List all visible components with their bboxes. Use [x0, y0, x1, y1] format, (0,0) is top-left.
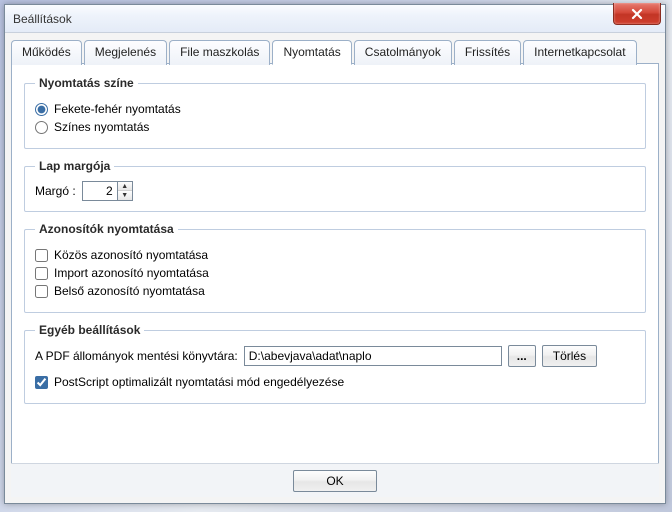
- tab-megjelenes[interactable]: Megjelenés: [84, 40, 167, 65]
- browse-button[interactable]: ...: [508, 345, 536, 367]
- checkbox-import-id[interactable]: [35, 267, 48, 280]
- radio-color[interactable]: [35, 121, 48, 134]
- tab-internetkapcsolat[interactable]: Internetkapcsolat: [523, 40, 636, 65]
- pdf-path-label: A PDF állományok mentési könyvtára:: [35, 349, 238, 363]
- checkbox-postscript-label: PostScript optimalizált nyomtatási mód e…: [54, 375, 344, 389]
- window-title: Beállítások: [13, 12, 72, 26]
- margin-input[interactable]: [83, 182, 117, 200]
- group-other-legend: Egyéb beállítások: [35, 323, 144, 337]
- tab-file-maszkolas[interactable]: File maszkolás: [169, 40, 270, 65]
- bottom-bar: OK: [11, 463, 659, 497]
- clear-button[interactable]: Törlés: [542, 345, 597, 367]
- titlebar: Beállítások: [5, 5, 665, 33]
- tab-csatolmanyok[interactable]: Csatolmányok: [354, 40, 452, 65]
- margin-spinner: ▲ ▼: [82, 181, 133, 201]
- spinner-up[interactable]: ▲: [118, 182, 132, 191]
- group-ids-legend: Azonosítók nyomtatása: [35, 222, 178, 236]
- checkbox-common-id[interactable]: [35, 249, 48, 262]
- pdf-path-input[interactable]: [244, 346, 502, 366]
- group-print-color: Nyomtatás színe Fekete-fehér nyomtatás S…: [24, 76, 646, 149]
- settings-window: Beállítások Működés Megjelenés File masz…: [4, 4, 666, 504]
- client-area: Működés Megjelenés File maszkolás Nyomta…: [5, 33, 665, 503]
- group-print-color-legend: Nyomtatás színe: [35, 76, 138, 90]
- radio-bw-label: Fekete-fehér nyomtatás: [54, 102, 181, 116]
- spinner-down[interactable]: ▼: [118, 191, 132, 200]
- tab-nyomtatas[interactable]: Nyomtatás: [272, 40, 351, 65]
- checkbox-common-id-label: Közös azonosító nyomtatása: [54, 248, 208, 262]
- checkbox-import-id-label: Import azonosító nyomtatása: [54, 266, 209, 280]
- group-ids: Azonosítók nyomtatása Közös azonosító ny…: [24, 222, 646, 313]
- radio-bw[interactable]: [35, 103, 48, 116]
- tabstrip: Működés Megjelenés File maszkolás Nyomta…: [11, 39, 659, 64]
- close-button[interactable]: [613, 3, 661, 25]
- tabpanel-nyomtatas: Nyomtatás színe Fekete-fehér nyomtatás S…: [11, 63, 659, 481]
- checkbox-postscript[interactable]: [35, 376, 48, 389]
- margin-label: Margó :: [35, 184, 76, 198]
- checkbox-internal-id-label: Belső azonosító nyomtatása: [54, 284, 205, 298]
- checkbox-internal-id[interactable]: [35, 285, 48, 298]
- ok-button[interactable]: OK: [293, 470, 377, 492]
- radio-color-label: Színes nyomtatás: [54, 120, 149, 134]
- close-icon: [630, 8, 644, 20]
- group-page-margin: Lap margója Margó : ▲ ▼: [24, 159, 646, 212]
- tab-frissites[interactable]: Frissítés: [454, 40, 521, 65]
- tab-mukodes[interactable]: Működés: [11, 40, 82, 65]
- group-page-margin-legend: Lap margója: [35, 159, 114, 173]
- group-other: Egyéb beállítások A PDF állományok menté…: [24, 323, 646, 404]
- spinner-buttons: ▲ ▼: [117, 182, 132, 200]
